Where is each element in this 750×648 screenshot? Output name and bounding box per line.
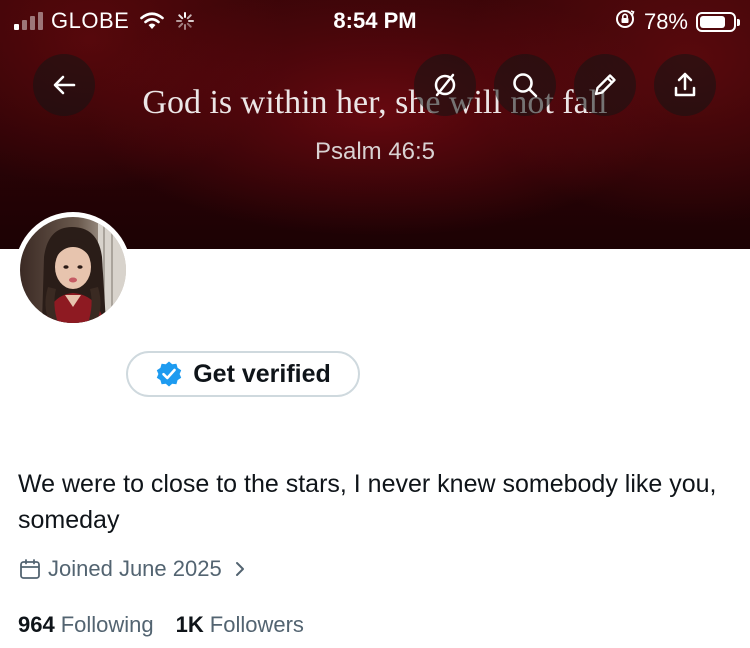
profile-bio: We were to close to the stars, I never k… (18, 470, 717, 534)
chevron-right-icon (235, 562, 244, 576)
edit-button[interactable] (574, 54, 636, 116)
battery-percent: 78% (643, 9, 688, 34)
arrow-left-icon (53, 75, 76, 95)
joined-date-row[interactable]: Joined June 2025 (18, 556, 248, 582)
banner-verse-text: God is within her, she will not fall (142, 84, 608, 121)
calendar-icon (20, 559, 40, 579)
get-verified-label: Get verified (193, 359, 331, 388)
verified-badge-icon (157, 361, 182, 387)
share-button[interactable] (654, 54, 716, 116)
search-icon (513, 73, 538, 98)
followers-label: Followers (209, 612, 304, 637)
search-button[interactable] (494, 54, 556, 116)
banner-verse-reference: Psalm 46:5 (314, 138, 436, 165)
followers-link[interactable]: 1K Followers (176, 612, 304, 638)
grok-button[interactable] (414, 54, 476, 116)
following-label: Following (60, 612, 154, 637)
follow-stats: 964 Following 1K Followers (18, 612, 326, 638)
pencil-icon (594, 74, 616, 96)
following-link[interactable]: 964 Following (18, 612, 154, 638)
grok-slash-icon (434, 73, 456, 97)
battery-icon (696, 12, 740, 32)
orientation-lock-icon (614, 8, 636, 36)
following-count: 964 (18, 612, 55, 637)
followers-count: 1K (175, 612, 204, 637)
status-bar: GLOBE 8:54 PM 78% (0, 0, 750, 40)
get-verified-button[interactable]: Get verified (126, 351, 360, 397)
joined-date-text: Joined June 2025 (48, 556, 222, 581)
avatar[interactable] (20, 217, 126, 323)
share-upload-icon (674, 72, 696, 97)
back-button[interactable] (33, 54, 95, 116)
